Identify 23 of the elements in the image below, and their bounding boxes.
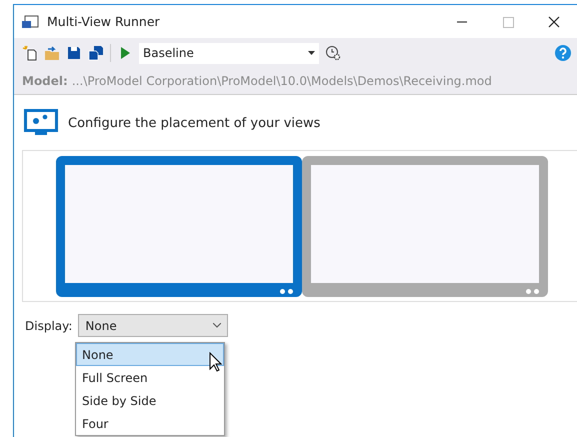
clock-gear-icon[interactable] [325,45,341,61]
chevron-down-icon[interactable] [213,323,222,328]
dropdown-option[interactable]: Full Screen [76,366,224,389]
heading-text: Configure the placement of your views [68,116,320,130]
dropdown-arrow-icon[interactable] [308,51,315,55]
model-path: ...\ProModel Corporation\ProModel\10.0\Models\Demos\Receiving.mod [72,74,492,88]
dropdown-option[interactable]: Four [76,412,224,435]
open-folder-icon[interactable] [44,45,60,61]
dropdown-option[interactable]: Side by Side [76,389,224,412]
new-file-icon[interactable] [22,45,38,61]
monitor-frame[interactable] [56,156,302,296]
save-icon[interactable] [66,45,82,61]
app-icon [21,14,39,28]
cursor-icon [209,352,222,372]
window-title: Multi-View Runner [47,14,160,29]
model-label: Model: [22,74,68,88]
save-all-icon[interactable] [88,45,104,61]
monitor-settings-icon [24,109,58,137]
help-icon[interactable] [555,45,571,61]
display-label: Display: [25,318,72,332]
dropdown-option[interactable]: None [76,343,224,366]
display-dropdown[interactable]: None [78,314,228,337]
scenario-dropdown[interactable]: Baseline [139,42,319,64]
